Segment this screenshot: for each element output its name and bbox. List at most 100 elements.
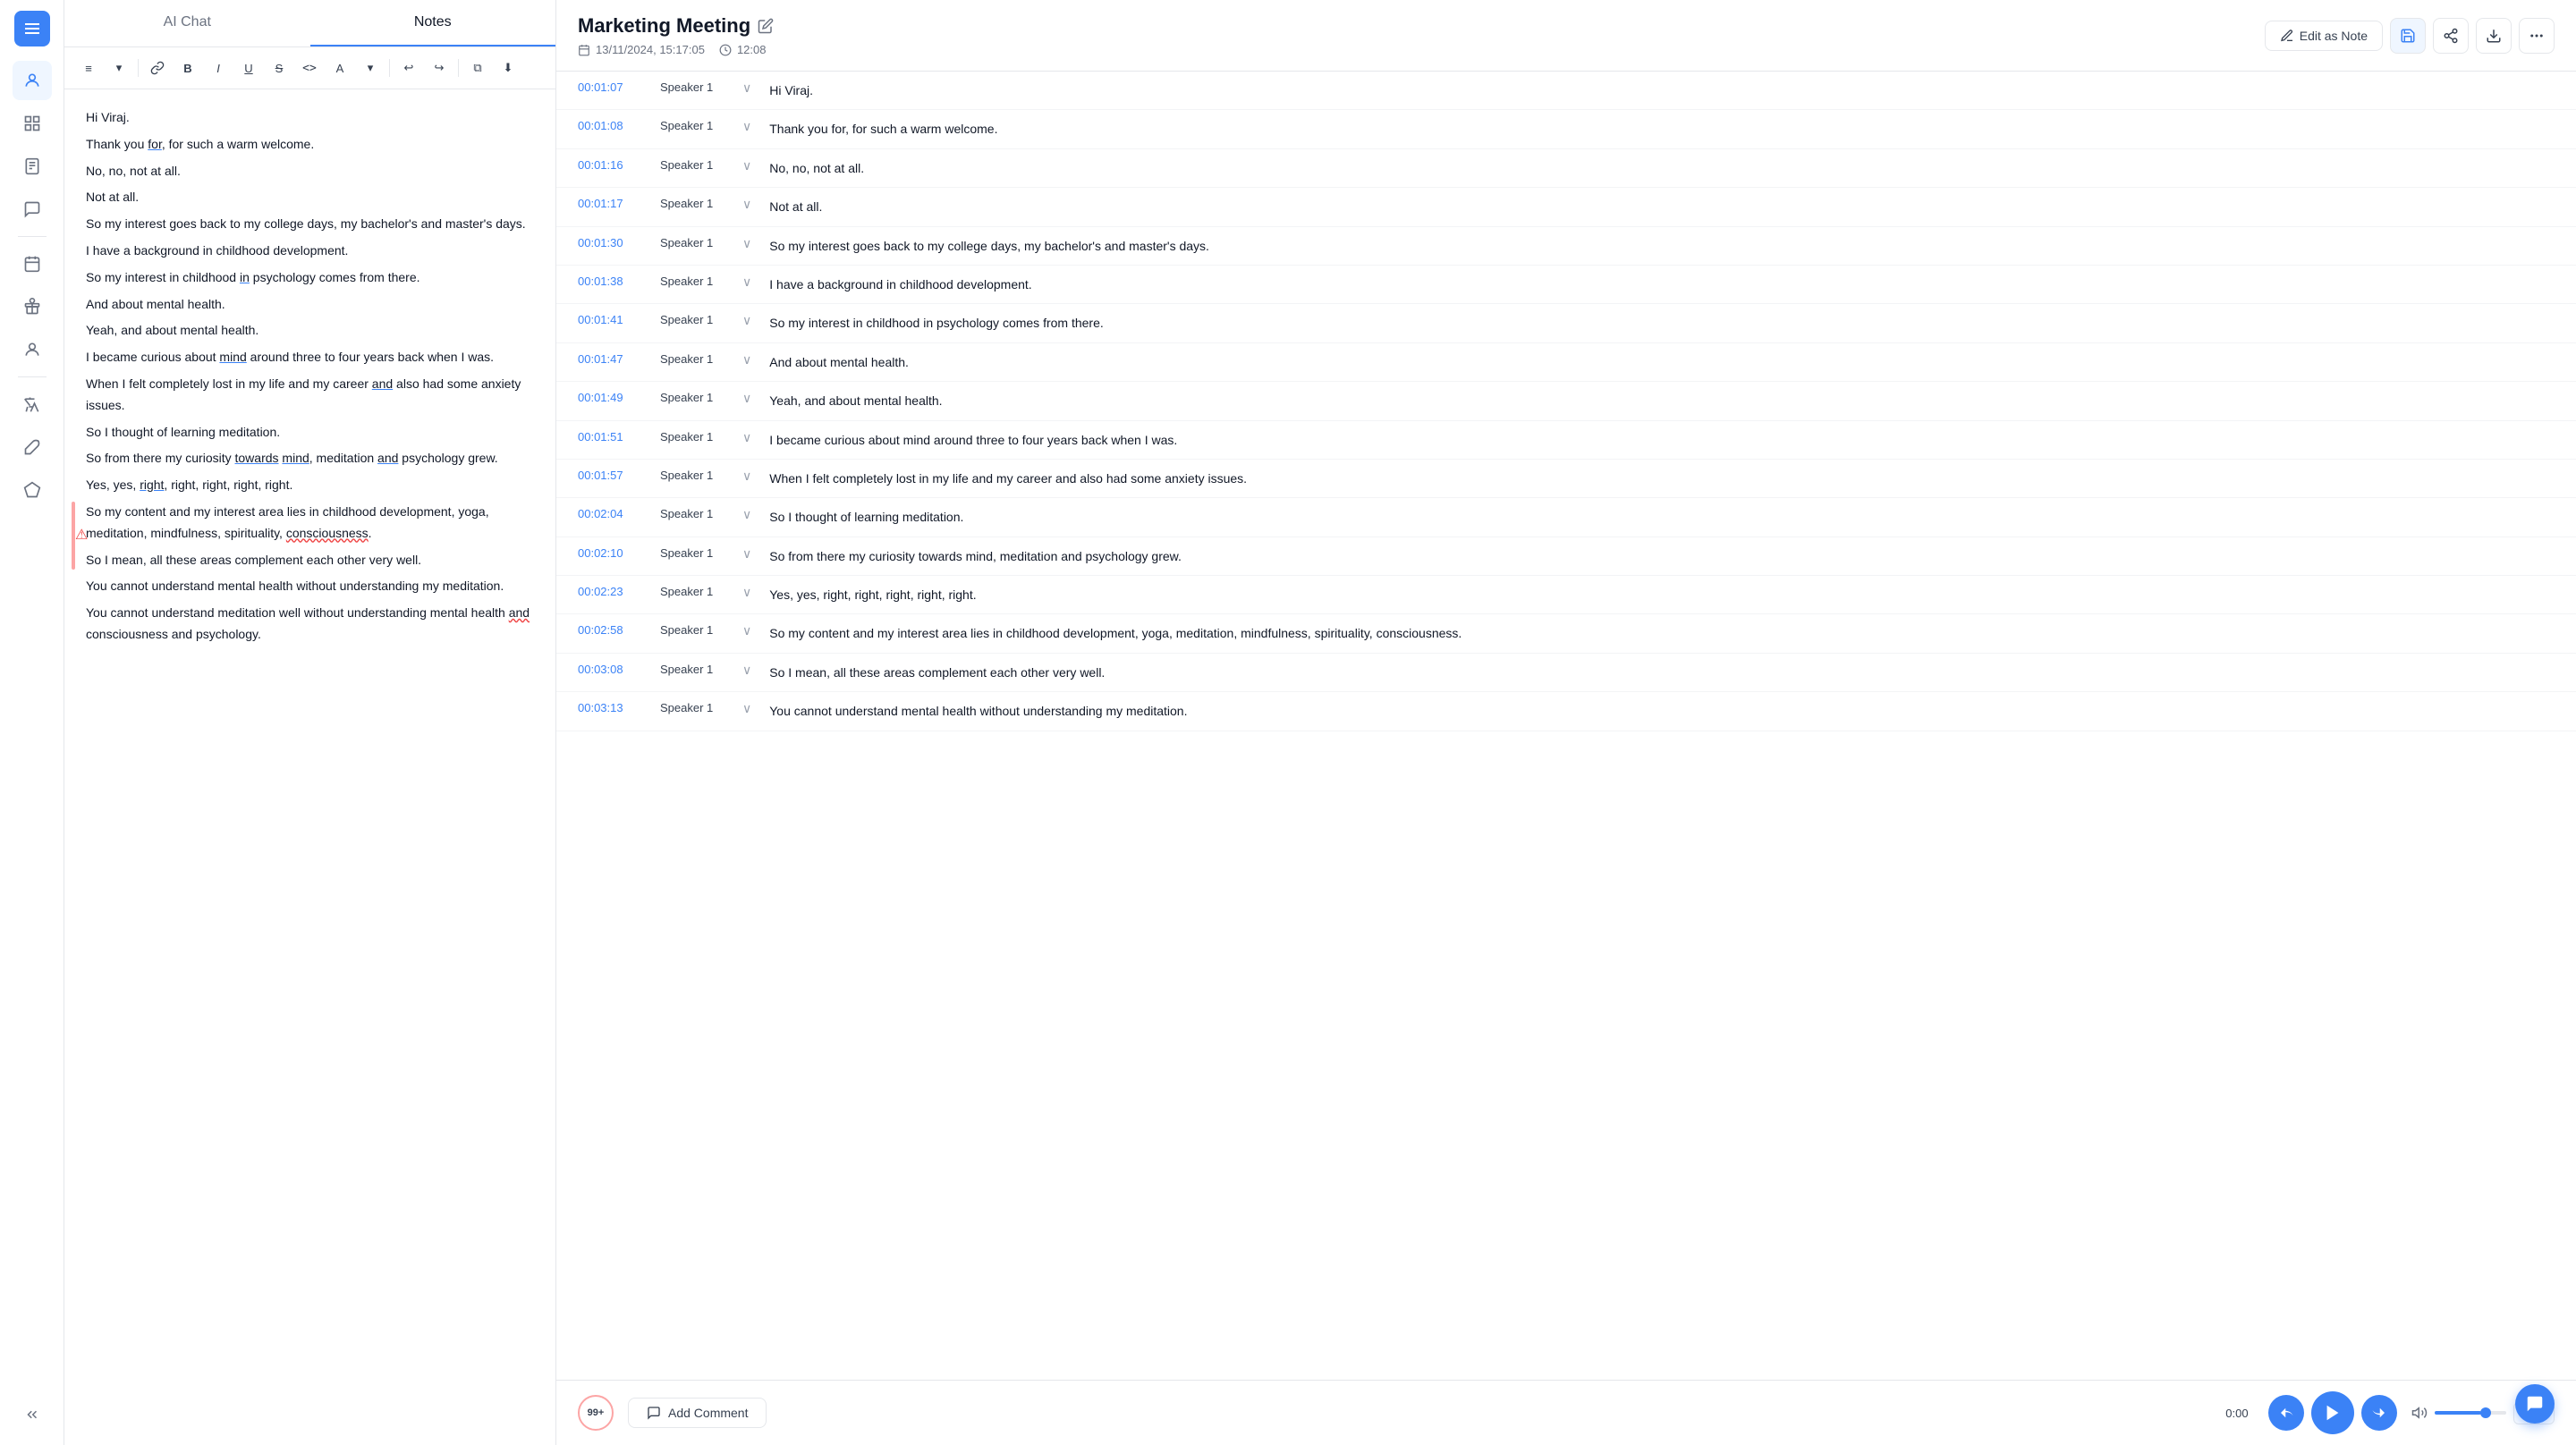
ts-chevron-13[interactable]: ∨: [742, 546, 751, 562]
ts-time-11[interactable]: 00:01:57: [578, 469, 649, 482]
play-button[interactable]: [2311, 1391, 2354, 1434]
editor-line-5: So my interest goes back to my college d…: [86, 214, 534, 235]
ts-time-13[interactable]: 00:02:10: [578, 546, 649, 560]
ts-speaker-14: Speaker 1: [660, 585, 732, 598]
rewind-button[interactable]: [2268, 1395, 2304, 1431]
sidebar-item-grid[interactable]: [13, 104, 52, 143]
ts-chevron-14[interactable]: ∨: [742, 585, 751, 600]
ts-time-5[interactable]: 00:01:30: [578, 236, 649, 249]
ts-time-8[interactable]: 00:01:47: [578, 352, 649, 366]
sidebar-item-diamond[interactable]: [13, 470, 52, 510]
ts-time-6[interactable]: 00:01:38: [578, 275, 649, 288]
ts-text-6: I have a background in childhood develop…: [769, 275, 2555, 294]
ts-time-15[interactable]: 00:02:58: [578, 623, 649, 637]
ts-chevron-1[interactable]: ∨: [742, 80, 751, 96]
ts-speaker-3: Speaker 1: [660, 158, 732, 172]
save-button[interactable]: [2390, 18, 2426, 54]
ts-time-10[interactable]: 00:01:51: [578, 430, 649, 444]
sidebar-item-users[interactable]: [13, 61, 52, 100]
chat-bubble-button[interactable]: [2515, 1384, 2555, 1424]
sidebar-item-document[interactable]: [13, 147, 52, 186]
editor-line-17: You cannot understand mental health with…: [86, 576, 534, 597]
ts-text-13: So from there my curiosity towards mind,…: [769, 546, 2555, 566]
ts-time-7[interactable]: 00:01:41: [578, 313, 649, 326]
sidebar-item-chat[interactable]: [13, 190, 52, 229]
editor-area[interactable]: Hi Viraj. Thank you for, for such a warm…: [64, 89, 555, 1445]
edit-icon[interactable]: [758, 18, 774, 34]
ts-time-2[interactable]: 00:01:08: [578, 119, 649, 132]
ts-time-17[interactable]: 00:03:13: [578, 701, 649, 714]
ts-time-14[interactable]: 00:02:23: [578, 585, 649, 598]
toolbar-strikethrough[interactable]: S: [266, 55, 292, 81]
ts-speaker-13: Speaker 1: [660, 546, 732, 560]
more-options-button[interactable]: [2519, 18, 2555, 54]
ts-chevron-3[interactable]: ∨: [742, 158, 751, 173]
toolbar-font-dropdown[interactable]: ▾: [357, 55, 384, 81]
ts-chevron-15[interactable]: ∨: [742, 623, 751, 638]
transcript-row: 00:02:23 Speaker 1 ∨ Yes, yes, right, ri…: [556, 576, 2576, 614]
ts-chevron-9[interactable]: ∨: [742, 391, 751, 406]
ts-chevron-11[interactable]: ∨: [742, 469, 751, 484]
toolbar-copy[interactable]: ⧉: [464, 55, 491, 81]
editor-line-1: Hi Viraj.: [86, 107, 534, 129]
forward-icon: [2371, 1405, 2387, 1421]
volume-thumb: [2480, 1407, 2491, 1418]
ts-chevron-10[interactable]: ∨: [742, 430, 751, 445]
app-logo[interactable]: [14, 11, 50, 46]
ts-time-16[interactable]: 00:03:08: [578, 663, 649, 676]
toolbar-redo[interactable]: ↪: [426, 55, 453, 81]
ts-speaker-1: Speaker 1: [660, 80, 732, 94]
ts-chevron-5[interactable]: ∨: [742, 236, 751, 251]
toolbar-italic[interactable]: I: [205, 55, 232, 81]
ts-time-1[interactable]: 00:01:07: [578, 80, 649, 94]
toolbar-link[interactable]: [144, 55, 171, 81]
sidebar-item-person[interactable]: [13, 330, 52, 369]
sidebar-item-brush[interactable]: [13, 427, 52, 467]
ts-speaker-12: Speaker 1: [660, 507, 732, 520]
tab-bar: AI Chat Notes: [64, 0, 555, 47]
editor-line-13: So from there my curiosity towards mind,…: [86, 448, 534, 469]
ts-speaker-9: Speaker 1: [660, 391, 732, 404]
toolbar-code[interactable]: <>: [296, 55, 323, 81]
ts-time-4[interactable]: 00:01:17: [578, 197, 649, 210]
add-comment-button[interactable]: Add Comment: [628, 1398, 767, 1428]
editor-line-8: And about mental health.: [86, 294, 534, 316]
ts-text-4: Not at all.: [769, 197, 2555, 216]
share-button[interactable]: [2433, 18, 2469, 54]
tab-notes[interactable]: Notes: [310, 0, 556, 46]
edit-as-note-button[interactable]: Edit as Note: [2265, 21, 2383, 51]
editor-line-7: So my interest in childhood in psycholog…: [86, 267, 534, 289]
toolbar-undo[interactable]: ↩: [395, 55, 422, 81]
toolbar-download[interactable]: ⬇: [495, 55, 521, 81]
download-button[interactable]: [2476, 18, 2512, 54]
toolbar-align[interactable]: ≡: [75, 55, 102, 81]
ts-chevron-17[interactable]: ∨: [742, 701, 751, 716]
tab-ai-chat[interactable]: AI Chat: [64, 0, 310, 46]
notification-badge[interactable]: 99+: [578, 1395, 614, 1431]
ts-text-14: Yes, yes, right, right, right, right, ri…: [769, 585, 2555, 604]
toolbar-bold[interactable]: B: [174, 55, 201, 81]
volume-slider[interactable]: [2435, 1411, 2506, 1415]
ts-chevron-8[interactable]: ∨: [742, 352, 751, 368]
ts-chevron-2[interactable]: ∨: [742, 119, 751, 134]
ts-chevron-6[interactable]: ∨: [742, 275, 751, 290]
sidebar-item-translate[interactable]: [13, 384, 52, 424]
sidebar-item-gift[interactable]: [13, 287, 52, 326]
ts-time-3[interactable]: 00:01:16: [578, 158, 649, 172]
ts-time-12[interactable]: 00:02:04: [578, 507, 649, 520]
toolbar-underline[interactable]: U: [235, 55, 262, 81]
meeting-title: Marketing Meeting: [578, 14, 774, 38]
volume-control: [2411, 1405, 2506, 1421]
editor-line-16: So I mean, all these areas complement ea…: [86, 550, 534, 571]
ts-chevron-4[interactable]: ∨: [742, 197, 751, 212]
ts-chevron-16[interactable]: ∨: [742, 663, 751, 678]
sidebar-collapse-btn[interactable]: [13, 1395, 52, 1434]
ts-time-9[interactable]: 00:01:49: [578, 391, 649, 404]
toolbar-align-dropdown[interactable]: ▾: [106, 55, 132, 81]
forward-button[interactable]: [2361, 1395, 2397, 1431]
sidebar-item-calendar[interactable]: [13, 244, 52, 283]
ts-chevron-12[interactable]: ∨: [742, 507, 751, 522]
ts-speaker-6: Speaker 1: [660, 275, 732, 288]
toolbar-font-color[interactable]: A: [326, 55, 353, 81]
ts-chevron-7[interactable]: ∨: [742, 313, 751, 328]
